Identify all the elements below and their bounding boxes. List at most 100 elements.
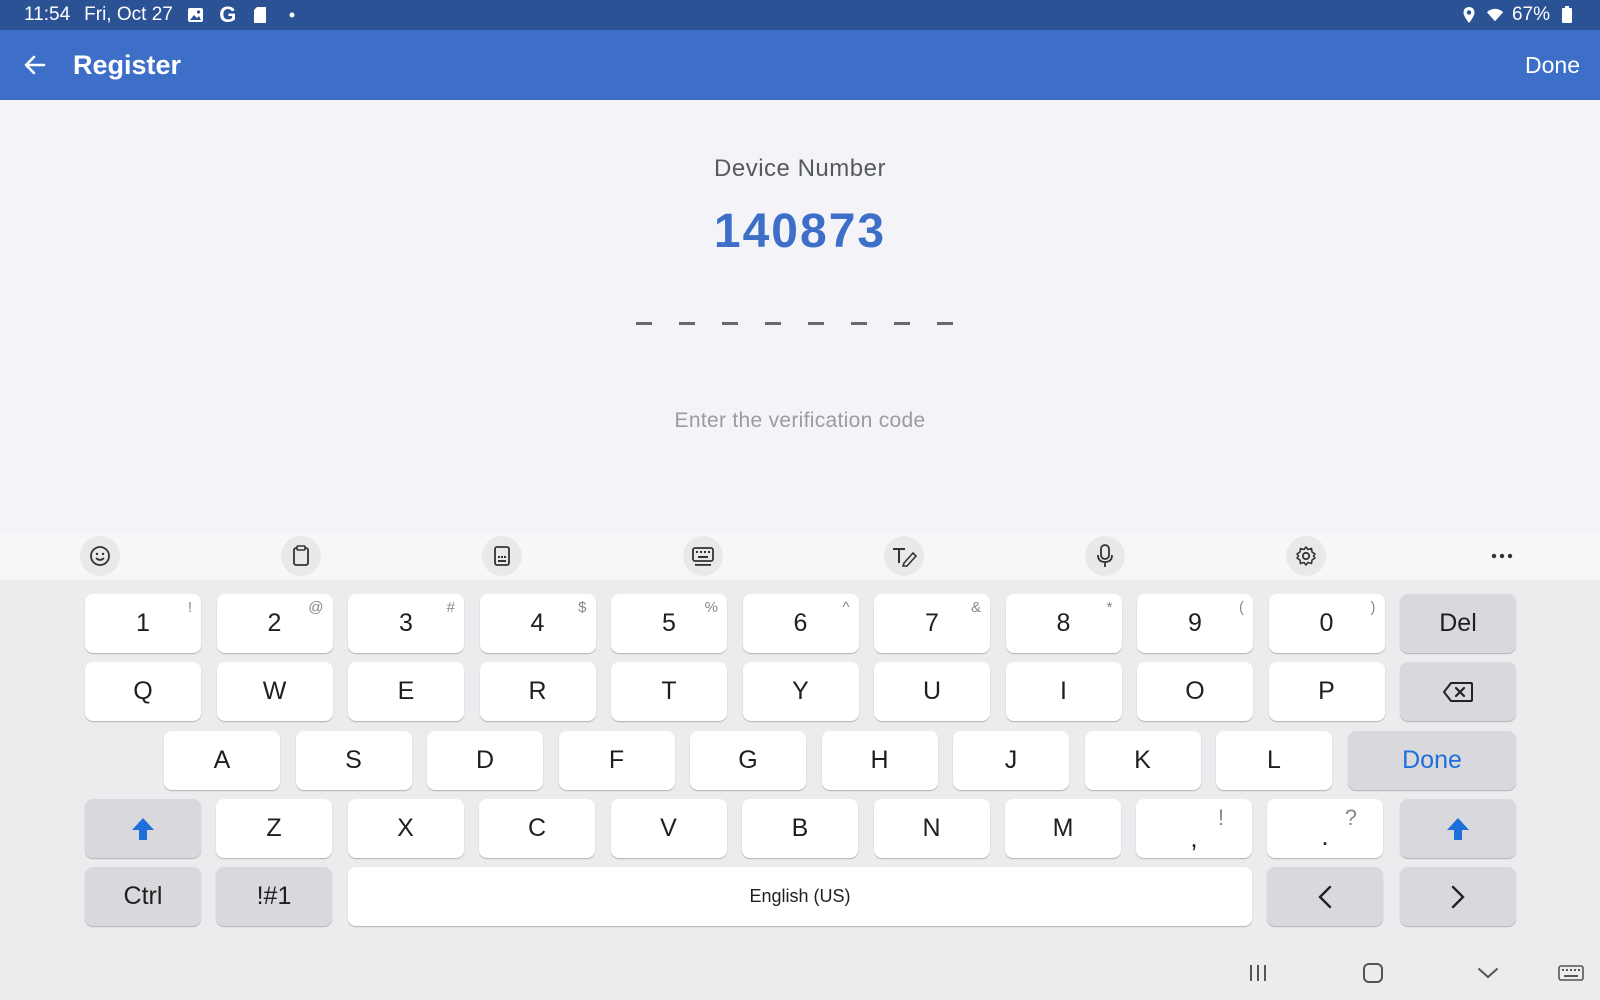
key-shift-right[interactable] <box>1400 799 1516 858</box>
chevron-right-icon <box>1451 885 1465 908</box>
key-u[interactable]: U <box>874 662 990 721</box>
key-s[interactable]: S <box>295 731 412 790</box>
key-ctrl[interactable]: Ctrl <box>85 867 201 926</box>
hide-keyboard-button[interactable] <box>1468 955 1508 991</box>
back-button[interactable] <box>0 30 70 100</box>
key-6[interactable]: 6 ^ <box>742 594 859 653</box>
key-w[interactable]: W <box>216 662 333 721</box>
key-i[interactable]: I <box>1005 662 1122 721</box>
more-button[interactable] <box>1482 536 1522 576</box>
key-b[interactable]: B <box>742 799 858 858</box>
key-2[interactable]: 2 @ <box>216 594 333 653</box>
key-alt-label: # <box>446 599 455 616</box>
battery-icon <box>1558 6 1576 24</box>
key-y[interactable]: Y <box>742 662 859 721</box>
key-e[interactable]: E <box>348 662 464 721</box>
key-label: D <box>475 746 495 774</box>
key-n[interactable]: N <box>873 799 990 858</box>
key-o[interactable]: O <box>1137 662 1253 721</box>
handwriting-button[interactable] <box>884 536 924 576</box>
key-j[interactable]: J <box>953 731 1069 790</box>
verification-code-input[interactable] <box>636 322 953 325</box>
key-3[interactable]: 3 # <box>348 594 464 653</box>
hide-keyboard-icon <box>1478 968 1498 979</box>
key-g[interactable]: G <box>690 731 806 790</box>
key-label: 9 <box>1188 609 1202 637</box>
key-a[interactable]: A <box>164 731 280 790</box>
key-r[interactable]: R <box>479 662 596 721</box>
key-period[interactable]: . ? <box>1267 799 1383 858</box>
key-ctrl-label: Ctrl <box>123 882 163 910</box>
key-5[interactable]: 5% <box>611 594 727 653</box>
key-period-label: . <box>1321 821 1329 851</box>
key-right[interactable] <box>1400 867 1516 926</box>
code-slot <box>636 322 652 325</box>
key-l[interactable]: L <box>1216 731 1332 790</box>
key-alt-label: * <box>1106 599 1113 616</box>
keyboard-switch-button[interactable] <box>1551 955 1591 991</box>
key-7[interactable]: 7 & <box>874 594 990 653</box>
key-c[interactable]: C <box>479 799 595 858</box>
keyboard-mode-button[interactable] <box>683 536 723 576</box>
voice-input-button[interactable] <box>1085 536 1125 576</box>
key-f[interactable]: F <box>558 731 675 790</box>
key-label: 1 <box>136 609 150 637</box>
keyboard-switch-icon <box>1558 965 1584 981</box>
device-number-value: 140873 <box>713 205 887 258</box>
emoji-button[interactable] <box>80 536 120 576</box>
key-comma[interactable]: , ! <box>1136 799 1252 858</box>
key-p[interactable]: P <box>1268 662 1385 721</box>
key-shift-left[interactable] <box>85 799 201 858</box>
key-del[interactable]: Del <box>1400 594 1516 653</box>
key-8[interactable]: 8 * <box>1005 594 1122 653</box>
clipboard-button[interactable] <box>281 536 321 576</box>
key-label: N <box>922 814 941 842</box>
key-k[interactable]: K <box>1084 731 1201 790</box>
key-label: P <box>1318 677 1335 705</box>
key-4[interactable]: 4 $ <box>479 594 596 653</box>
key-1[interactable]: 1! <box>85 594 201 653</box>
key-m[interactable]: M <box>1005 799 1121 858</box>
key-symbols[interactable]: !#1 <box>216 867 332 926</box>
key-alt-label: @ <box>308 599 324 616</box>
key-label: 0 <box>1319 609 1334 637</box>
key-v[interactable]: V <box>610 799 727 858</box>
done-button[interactable]: Done <box>1519 44 1586 87</box>
key-backspace[interactable] <box>1400 662 1516 721</box>
emoji-icon <box>90 546 110 566</box>
microphone-icon <box>1097 544 1113 567</box>
code-slot <box>851 322 867 325</box>
keyboard-toolbar <box>0 532 1600 580</box>
keyboard-settings-button[interactable] <box>1286 536 1326 576</box>
key-left[interactable] <box>1267 867 1383 926</box>
key-label: Z <box>266 814 282 842</box>
code-slot <box>808 322 824 325</box>
register-content: Device Number 140873 Enter the verificat… <box>0 100 1600 532</box>
key-0[interactable]: 0) <box>1268 594 1385 653</box>
key-label: 3 <box>399 609 413 637</box>
key-space[interactable]: English (US) <box>348 867 1252 926</box>
key-label: C <box>527 814 547 842</box>
key-9[interactable]: 9( <box>1137 594 1253 653</box>
key-x[interactable]: X <box>347 799 464 858</box>
one-handed-button[interactable] <box>482 536 522 576</box>
home-button[interactable] <box>1353 955 1393 991</box>
key-done[interactable]: Done <box>1348 731 1516 790</box>
on-screen-keyboard: 1! 2 @3 #4 $5% 6 ^ 7 & 8 * 9(0) Del QWERTYUIOP ASDF… <box>0 580 1600 1000</box>
status-bar: 11:54 Fri, Oct 27 G 67% <box>0 0 1600 30</box>
handwriting-icon <box>893 548 917 567</box>
key-label: 2 <box>267 609 282 637</box>
key-d[interactable]: D <box>427 731 543 790</box>
key-label: T <box>661 677 677 705</box>
key-label: 4 <box>530 609 545 637</box>
key-label: Y <box>792 677 809 705</box>
key-h[interactable]: H <box>821 731 938 790</box>
key-q[interactable]: Q <box>85 662 201 721</box>
back-arrow-icon <box>24 55 46 75</box>
key-z[interactable]: Z <box>216 799 332 858</box>
key-label: H <box>870 746 889 774</box>
google-icon: G <box>219 2 237 27</box>
backspace-icon <box>1443 681 1473 702</box>
key-t[interactable]: T <box>611 662 727 721</box>
recent-apps-button[interactable] <box>1238 955 1278 991</box>
